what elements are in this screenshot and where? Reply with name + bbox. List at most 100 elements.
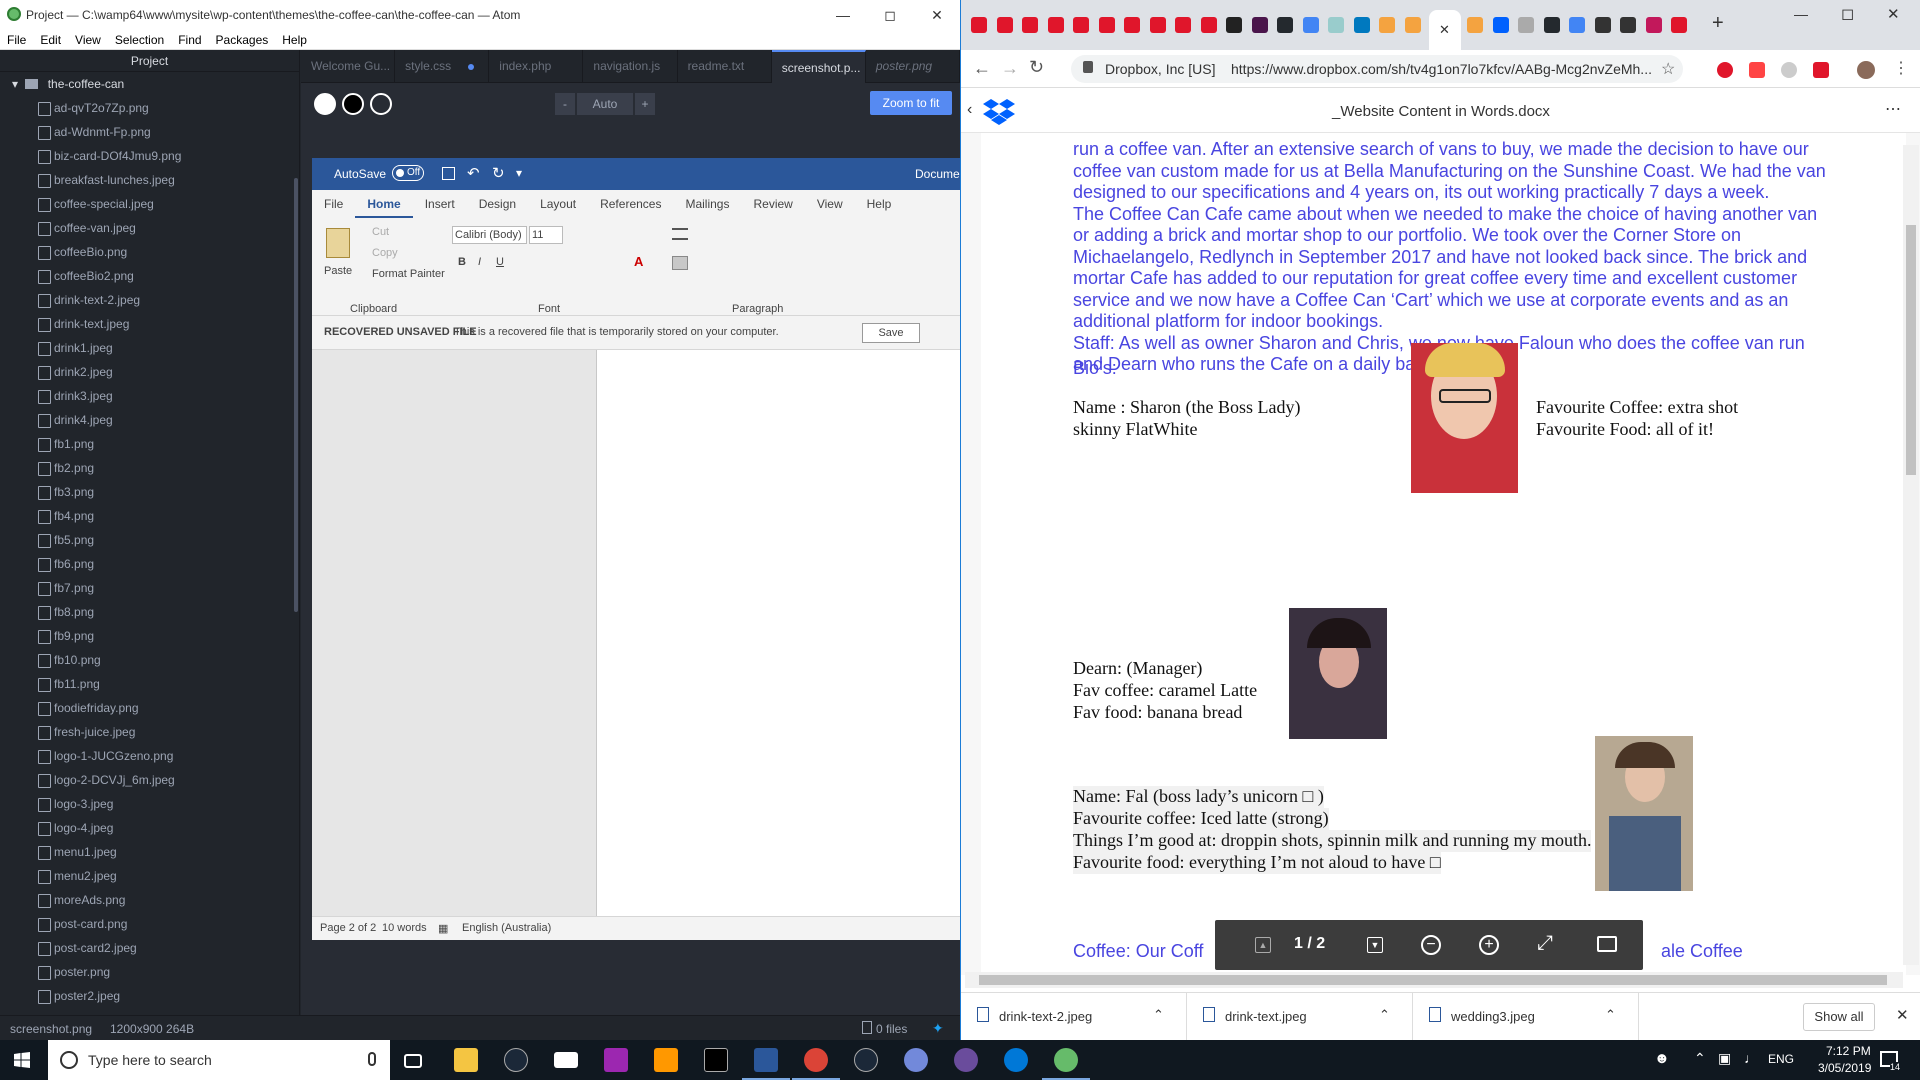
menu-view[interactable]: View [68, 30, 108, 49]
file-item[interactable]: logo-1-JUCGzeno.png [38, 744, 299, 768]
file-item[interactable]: ad-qvT2o7Zp.png [38, 96, 299, 120]
underline-button[interactable]: U [496, 256, 504, 268]
phpstorm-icon[interactable] [604, 1048, 628, 1072]
app-icon[interactable] [954, 1048, 978, 1072]
tab-favicon-icon[interactable] [1404, 17, 1421, 33]
file-item[interactable]: fb7.png [38, 576, 299, 600]
atom-icon[interactable] [1042, 1048, 1090, 1080]
file-item[interactable]: fb8.png [38, 600, 299, 624]
omnibox[interactable]: Dropbox, Inc [US] https://www.dropbox.co… [1071, 55, 1683, 83]
sublime-icon[interactable] [654, 1048, 678, 1072]
new-tab-button[interactable]: + [1712, 12, 1724, 35]
file-item[interactable]: fb5.png [38, 528, 299, 552]
word-icon[interactable] [742, 1048, 790, 1080]
network-icon[interactable]: ▣ [1718, 1050, 1731, 1067]
file-item[interactable]: fb11.png [38, 672, 299, 696]
file-item[interactable]: post-card2.jpeg [38, 936, 299, 960]
tab-favicon-icon[interactable] [1073, 17, 1089, 33]
discord-icon[interactable] [904, 1048, 928, 1072]
file-explorer-icon[interactable] [454, 1048, 478, 1072]
scroll-thumb[interactable] [1906, 225, 1916, 475]
page-indicator[interactable]: 1 / 2 [1294, 935, 1325, 953]
prev-page-icon[interactable]: ▲ [1255, 937, 1271, 953]
tab-favicon-icon[interactable] [1098, 17, 1115, 33]
bg-white-button[interactable] [314, 93, 336, 115]
file-item[interactable]: poster2.jpeg [38, 984, 299, 1008]
font-size-select[interactable]: 11 [529, 226, 563, 244]
tab-welcome[interactable]: Welcome Gu... [301, 50, 396, 83]
redo-icon[interactable]: ↻ [492, 164, 505, 182]
tab-favicon-icon[interactable] [1671, 17, 1687, 33]
github-bird-icon[interactable]: ✦ [932, 1020, 944, 1037]
tab-view[interactable]: View [805, 190, 855, 218]
terminal-icon[interactable] [704, 1048, 728, 1072]
file-item[interactable]: menu2.jpeg [38, 864, 299, 888]
file-item[interactable]: biz-card-DOf4Jmu9.png [38, 144, 299, 168]
windows-start-icon[interactable] [14, 1052, 30, 1068]
file-item[interactable]: drink1.jpeg [38, 336, 299, 360]
print-icon[interactable] [1597, 936, 1617, 952]
tab-favicon-icon[interactable] [1226, 17, 1242, 33]
tab-file[interactable]: File [312, 190, 355, 218]
clock-date[interactable]: 3/05/2019 [1818, 1061, 1871, 1075]
tab-favicon-icon[interactable] [1569, 17, 1585, 33]
menu-selection[interactable]: Selection [108, 30, 171, 49]
fullscreen-icon[interactable]: ⤢ [1537, 932, 1553, 955]
tab-favicon-icon[interactable] [1467, 17, 1483, 33]
file-item[interactable]: ad-Wdnmt-Fp.png [38, 120, 299, 144]
profile-avatar[interactable] [1857, 61, 1875, 79]
people-icon[interactable]: ☻ [1654, 1050, 1670, 1067]
bookmark-star-icon[interactable]: ☆ [1661, 59, 1675, 79]
tab-favicon-icon[interactable] [1175, 17, 1191, 33]
tab-favicon-icon[interactable] [1379, 17, 1395, 33]
file-item[interactable]: coffeeBio2.png [38, 264, 299, 288]
tab-favicon-icon[interactable] [1492, 17, 1509, 33]
edge-icon[interactable] [1004, 1048, 1028, 1072]
tab-navigation-js[interactable]: navigation.js [583, 50, 678, 83]
file-item[interactable]: drink-text-2.jpeg [38, 288, 299, 312]
file-item[interactable]: fb10.png [38, 648, 299, 672]
bg-black-button[interactable] [342, 93, 364, 115]
back-icon[interactable]: ← [973, 58, 991, 79]
tab-insert[interactable]: Insert [413, 190, 467, 218]
tab-mailings[interactable]: Mailings [673, 190, 741, 218]
close-button[interactable]: ✕ [914, 0, 960, 30]
bg-transparent-button[interactable] [370, 93, 392, 115]
tab-index-php[interactable]: index.php [489, 50, 584, 83]
tab-review[interactable]: Review [741, 190, 804, 218]
volume-icon[interactable]: ♩ [1744, 1050, 1758, 1066]
task-view-icon[interactable] [404, 1054, 422, 1068]
download-item[interactable]: drink-text.jpeg ⌃ [1187, 993, 1413, 1040]
zoom-in-icon[interactable]: + [1479, 935, 1499, 955]
tab-favicon-icon[interactable] [1353, 17, 1370, 33]
tab-favicon-icon[interactable] [1543, 17, 1560, 33]
italic-button[interactable]: I [478, 256, 481, 268]
extension-icon[interactable] [1781, 62, 1797, 78]
undo-icon[interactable]: ↶ [467, 164, 480, 182]
file-item[interactable]: fresh-juice.jpeg [38, 720, 299, 744]
site-info[interactable]: Dropbox, Inc [US] [1105, 61, 1216, 77]
menu-find[interactable]: Find [171, 30, 208, 49]
format-painter-button[interactable]: Format Painter [372, 268, 445, 280]
menu-packages[interactable]: Packages [209, 30, 276, 49]
tab-favicon-icon[interactable] [1328, 17, 1344, 33]
file-item[interactable]: drink4.jpeg [38, 408, 299, 432]
tab-favicon-icon[interactable] [1200, 17, 1217, 33]
file-item[interactable]: post-card.png [38, 912, 299, 936]
tab-layout[interactable]: Layout [528, 190, 588, 218]
microphone-icon[interactable] [368, 1052, 376, 1066]
tab-favicon-icon[interactable] [1277, 17, 1293, 33]
tab-readme[interactable]: readme.txt [678, 50, 772, 83]
file-item[interactable]: fb1.png [38, 432, 299, 456]
minimize-button[interactable]: — [1794, 6, 1808, 22]
horizontal-scrollbar[interactable] [965, 972, 1903, 988]
file-item[interactable]: drink-text.jpeg [38, 312, 299, 336]
minimize-button[interactable]: — [820, 0, 866, 30]
maximize-button[interactable]: ◻ [867, 0, 913, 30]
tab-favicon-icon[interactable] [1047, 17, 1064, 33]
tab-style-css[interactable]: style.css [395, 50, 490, 83]
tab-design[interactable]: Design [467, 190, 528, 218]
steam-icon[interactable] [504, 1048, 528, 1072]
tab-favicon-icon[interactable] [1518, 17, 1534, 33]
file-item[interactable]: coffee-van.jpeg [38, 216, 299, 240]
